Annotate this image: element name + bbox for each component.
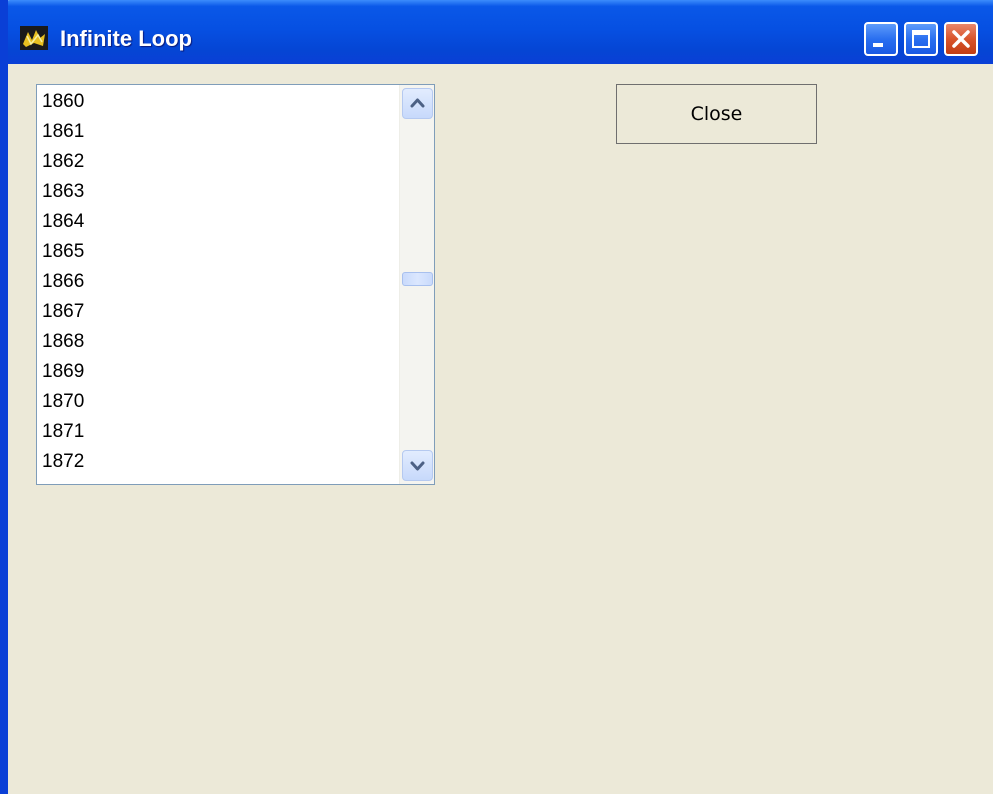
window-close-button[interactable] bbox=[944, 22, 978, 56]
window-title: Infinite Loop bbox=[60, 26, 192, 51]
close-button[interactable]: Close bbox=[616, 84, 817, 144]
title-bar[interactable]: Infinite Loop bbox=[8, 0, 993, 64]
list-item[interactable]: 1861 bbox=[42, 117, 84, 147]
list-item[interactable]: 1872 bbox=[42, 447, 84, 477]
scroll-up-button[interactable] bbox=[402, 88, 433, 119]
list-item[interactable]: 1864 bbox=[42, 207, 84, 237]
list-item[interactable]: 1866 bbox=[42, 267, 84, 297]
app-icon bbox=[20, 26, 48, 50]
scroll-down-button[interactable] bbox=[402, 450, 433, 481]
list-item[interactable]: 1867 bbox=[42, 297, 84, 327]
list-item[interactable]: 1871 bbox=[42, 417, 84, 447]
list-item[interactable]: 1865 bbox=[42, 237, 84, 267]
close-icon bbox=[946, 24, 976, 54]
list-item[interactable]: 1863 bbox=[42, 177, 84, 207]
maximize-icon bbox=[906, 24, 936, 54]
maximize-button[interactable] bbox=[904, 22, 938, 56]
list-item[interactable]: 1862 bbox=[42, 147, 84, 177]
list-item[interactable]: 1868 bbox=[42, 327, 84, 357]
vertical-scrollbar[interactable] bbox=[399, 85, 434, 484]
list-items: 1860 1861 1862 1863 1864 1865 1866 1867 … bbox=[37, 85, 399, 484]
list-item[interactable]: 1869 bbox=[42, 357, 84, 387]
list-item[interactable]: 1870 bbox=[42, 387, 84, 417]
minimize-button[interactable] bbox=[864, 22, 898, 56]
list-item[interactable]: 1860 bbox=[42, 87, 84, 117]
app-window: Infinite Loop 1860 1861 1862 1863 1864 1… bbox=[0, 0, 993, 794]
year-listbox[interactable]: 1860 1861 1862 1863 1864 1865 1866 1867 … bbox=[36, 84, 435, 485]
chevron-down-icon bbox=[403, 451, 432, 480]
scroll-thumb[interactable] bbox=[402, 272, 433, 286]
chevron-up-icon bbox=[403, 89, 432, 118]
minimize-icon bbox=[866, 24, 896, 54]
